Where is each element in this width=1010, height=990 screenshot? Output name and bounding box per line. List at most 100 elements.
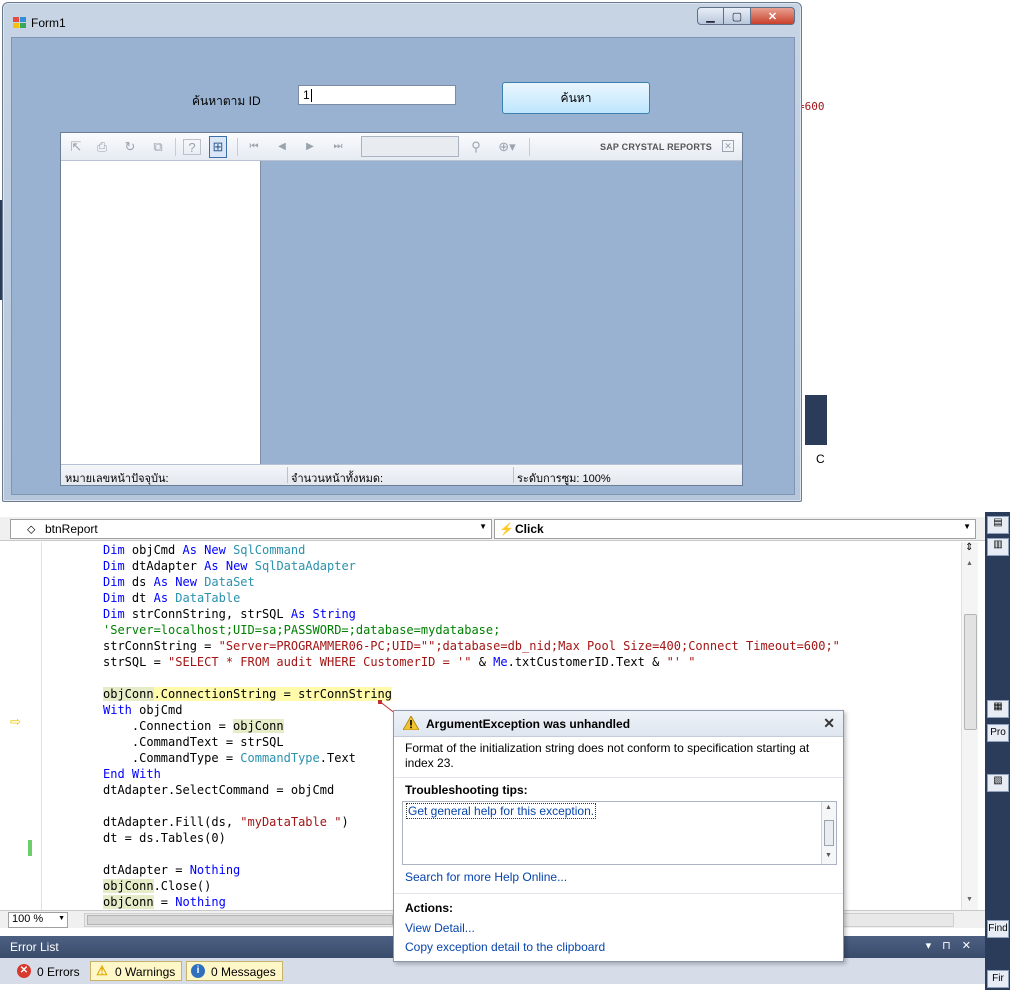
close-icon[interactable]: ✕ <box>823 715 835 732</box>
panel-controls[interactable]: ▾ ⊓ ✕ <box>926 939 975 952</box>
goto-page-input[interactable] <box>361 136 459 157</box>
customer-id-input[interactable]: 1 <box>298 85 456 105</box>
close-tab-icon[interactable]: ✕ <box>722 140 734 152</box>
search-help-online-link[interactable]: Search for more Help Online... <box>405 870 567 884</box>
execution-pointer-icon: ⇨ <box>10 714 21 729</box>
general-help-link[interactable]: Get general help for this exception. <box>406 803 597 819</box>
copy-exception-link[interactable]: Copy exception detail to the clipboard <box>405 940 605 954</box>
sap-crystal-reports-logo: SAP CRYSTAL REPORTS <box>600 142 712 152</box>
viewer-status-bar: หมายเลขหน้าปัจจุบัน: จำนวนหน้าทั้งหมด: ร… <box>61 464 742 485</box>
properties-tab[interactable]: Pro <box>987 724 1009 742</box>
status-divider <box>513 467 514 483</box>
dock-tool-icon[interactable]: ▧ <box>987 774 1009 792</box>
window-controls: ▁ ▢ ✕ <box>697 7 795 25</box>
code-line: strSQL = "SELECT * FROM audit WHERE Cust… <box>103 655 696 669</box>
chevron-down-icon: ▼ <box>479 522 487 531</box>
copy-icon[interactable]: ⧉ <box>149 139 167 155</box>
maximize-button[interactable]: ▢ <box>724 7 751 25</box>
window-icon <box>13 17 27 29</box>
group-tree-panel[interactable] <box>61 161 261 465</box>
find-icon[interactable]: ⚲ <box>467 139 485 155</box>
background-editor-area <box>805 0 1010 505</box>
form-client-area: ค้นหาตาม ID 1 ค้นหา ⇱ ⎙ ↻ ⧉ ? ⊞ ⏮ ◀ ▶ ⏭ … <box>11 37 795 495</box>
warning-icon: ⚠ <box>96 963 108 978</box>
method-label: Click <box>515 522 544 536</box>
troubleshooting-tips-list[interactable]: Get general help for this exception. ▲ ▼ <box>402 801 837 865</box>
zoom-dropdown[interactable]: 100 % ▼ <box>8 912 68 928</box>
search-button[interactable]: ค้นหา <box>502 82 650 114</box>
toolbar-separator <box>237 138 238 156</box>
warnings-filter-button[interactable]: ⚠ 0 Warnings <box>90 961 183 981</box>
errors-count: 0 Errors <box>37 965 80 979</box>
scroll-up-icon[interactable]: ▲ <box>825 804 832 811</box>
window-title: Form1 <box>31 16 66 30</box>
export-icon[interactable]: ⇱ <box>67 139 85 155</box>
method-dropdown[interactable]: ⚡ Click ▼ <box>494 519 976 539</box>
find-results-tab[interactable]: Fir <box>987 970 1009 988</box>
text-caret <box>310 89 312 103</box>
code-line: Dim dt As DataTable <box>103 591 241 605</box>
scroll-down-icon[interactable]: ▼ <box>825 852 832 859</box>
last-page-icon[interactable]: ⏭ <box>329 139 347 155</box>
scrollbar-thumb[interactable] <box>824 820 834 846</box>
editor-navigation-bar: ⬦ btnReport ▼ ⚡ Click ▼ <box>0 517 985 541</box>
exception-title: ArgumentException was unhandled <box>426 717 631 731</box>
first-page-icon[interactable]: ⏮ <box>245 139 263 155</box>
messages-filter-button[interactable]: i 0 Messages <box>186 961 283 981</box>
viewer-toolbar: ⇱ ⎙ ↻ ⧉ ? ⊞ ⏮ ◀ ▶ ⏭ ⚲ ⊕▾ SAP CRYSTAL REP… <box>61 133 742 161</box>
next-page-icon[interactable]: ▶ <box>301 139 319 155</box>
zoom-value: 100 % <box>12 913 44 925</box>
warning-icon <box>403 716 419 730</box>
find-results-label: Fir <box>992 973 1004 984</box>
exception-header: ArgumentException was unhandled ✕ <box>394 711 843 737</box>
dock-tool-icon[interactable]: ▦ <box>987 700 1009 718</box>
info-icon: i <box>191 964 205 978</box>
code-line: Dim dtAdapter As New SqlDataAdapter <box>103 559 356 573</box>
event-icon: ⚡ <box>499 522 514 536</box>
section-divider <box>394 893 843 894</box>
minimize-button[interactable]: ▁ <box>697 7 724 25</box>
close-button[interactable]: ✕ <box>751 7 795 25</box>
zoom-icon[interactable]: ⊕▾ <box>493 139 521 155</box>
code-line: Dim objCmd As New SqlCommand <box>103 543 306 557</box>
background-panel-edge <box>805 395 827 445</box>
crystal-report-viewer[interactable]: ⇱ ⎙ ↻ ⧉ ? ⊞ ⏮ ◀ ▶ ⏭ ⚲ ⊕▾ SAP CRYSTAL REP… <box>60 132 743 486</box>
tips-scrollbar[interactable]: ▲ ▼ <box>821 802 836 864</box>
view-detail-link[interactable]: View Detail... <box>405 921 475 935</box>
class-member-dropdown[interactable]: ⬦ btnReport ▼ <box>10 519 492 539</box>
code-line: Dim strConnString, strSQL As String <box>103 607 356 621</box>
warnings-count: 0 Warnings <box>115 965 176 979</box>
exception-message: Format of the initialization string does… <box>405 741 810 770</box>
scroll-up-icon[interactable]: ▲ <box>966 560 973 567</box>
errors-filter-button[interactable]: ✕ 0 Errors <box>12 961 87 981</box>
change-marker <box>28 840 32 856</box>
customer-id-value: 1 <box>303 88 310 102</box>
previous-page-icon[interactable]: ◀ <box>273 139 291 155</box>
scrollbar-thumb[interactable] <box>87 915 393 925</box>
actions-heading: Actions: <box>405 901 453 915</box>
help-icon[interactable]: ? <box>183 139 201 155</box>
dock-tool-icon[interactable]: ▥ <box>987 538 1009 556</box>
current-page-status: หมายเลขหน้าปัจจุบัน: <box>65 473 169 485</box>
toolbar-separator <box>529 138 530 156</box>
right-dock-panel: ▤ ▥ ▦ Pro ▧ Find Fir <box>985 512 1010 990</box>
split-handle-icon[interactable]: ⇕ <box>965 542 973 553</box>
exception-assistant[interactable]: ArgumentException was unhandled ✕ Format… <box>393 710 844 962</box>
scrollbar-thumb[interactable] <box>964 614 977 730</box>
dock-tool-icon[interactable]: ▤ <box>987 516 1009 534</box>
scroll-down-icon[interactable]: ▼ <box>966 896 973 903</box>
properties-label: Pro <box>990 727 1006 738</box>
group-tree-toggle-icon[interactable]: ⊞ <box>209 136 227 158</box>
chevron-down-icon: ▼ <box>963 522 971 531</box>
find-tab[interactable]: Find <box>987 920 1009 938</box>
editor-vertical-scrollbar[interactable]: ⇕ ▲ ▼ <box>961 542 978 910</box>
print-icon[interactable]: ⎙ <box>93 139 111 155</box>
error-icon: ✕ <box>17 964 31 978</box>
refresh-icon[interactable]: ↻ <box>121 139 139 155</box>
toolbar-separator <box>175 138 176 156</box>
zoom-level-status: ระดับการซูม: 100% <box>517 473 611 485</box>
code-line: 'Server=localhost;UID=sa;PASSWORD=;datab… <box>103 623 501 637</box>
editor-gutter[interactable]: ⇨ <box>0 542 42 910</box>
form1-window[interactable]: Form1 ▁ ▢ ✕ ค้นหาตาม ID 1 ค้นหา ⇱ ⎙ ↻ ⧉ … <box>2 2 802 502</box>
